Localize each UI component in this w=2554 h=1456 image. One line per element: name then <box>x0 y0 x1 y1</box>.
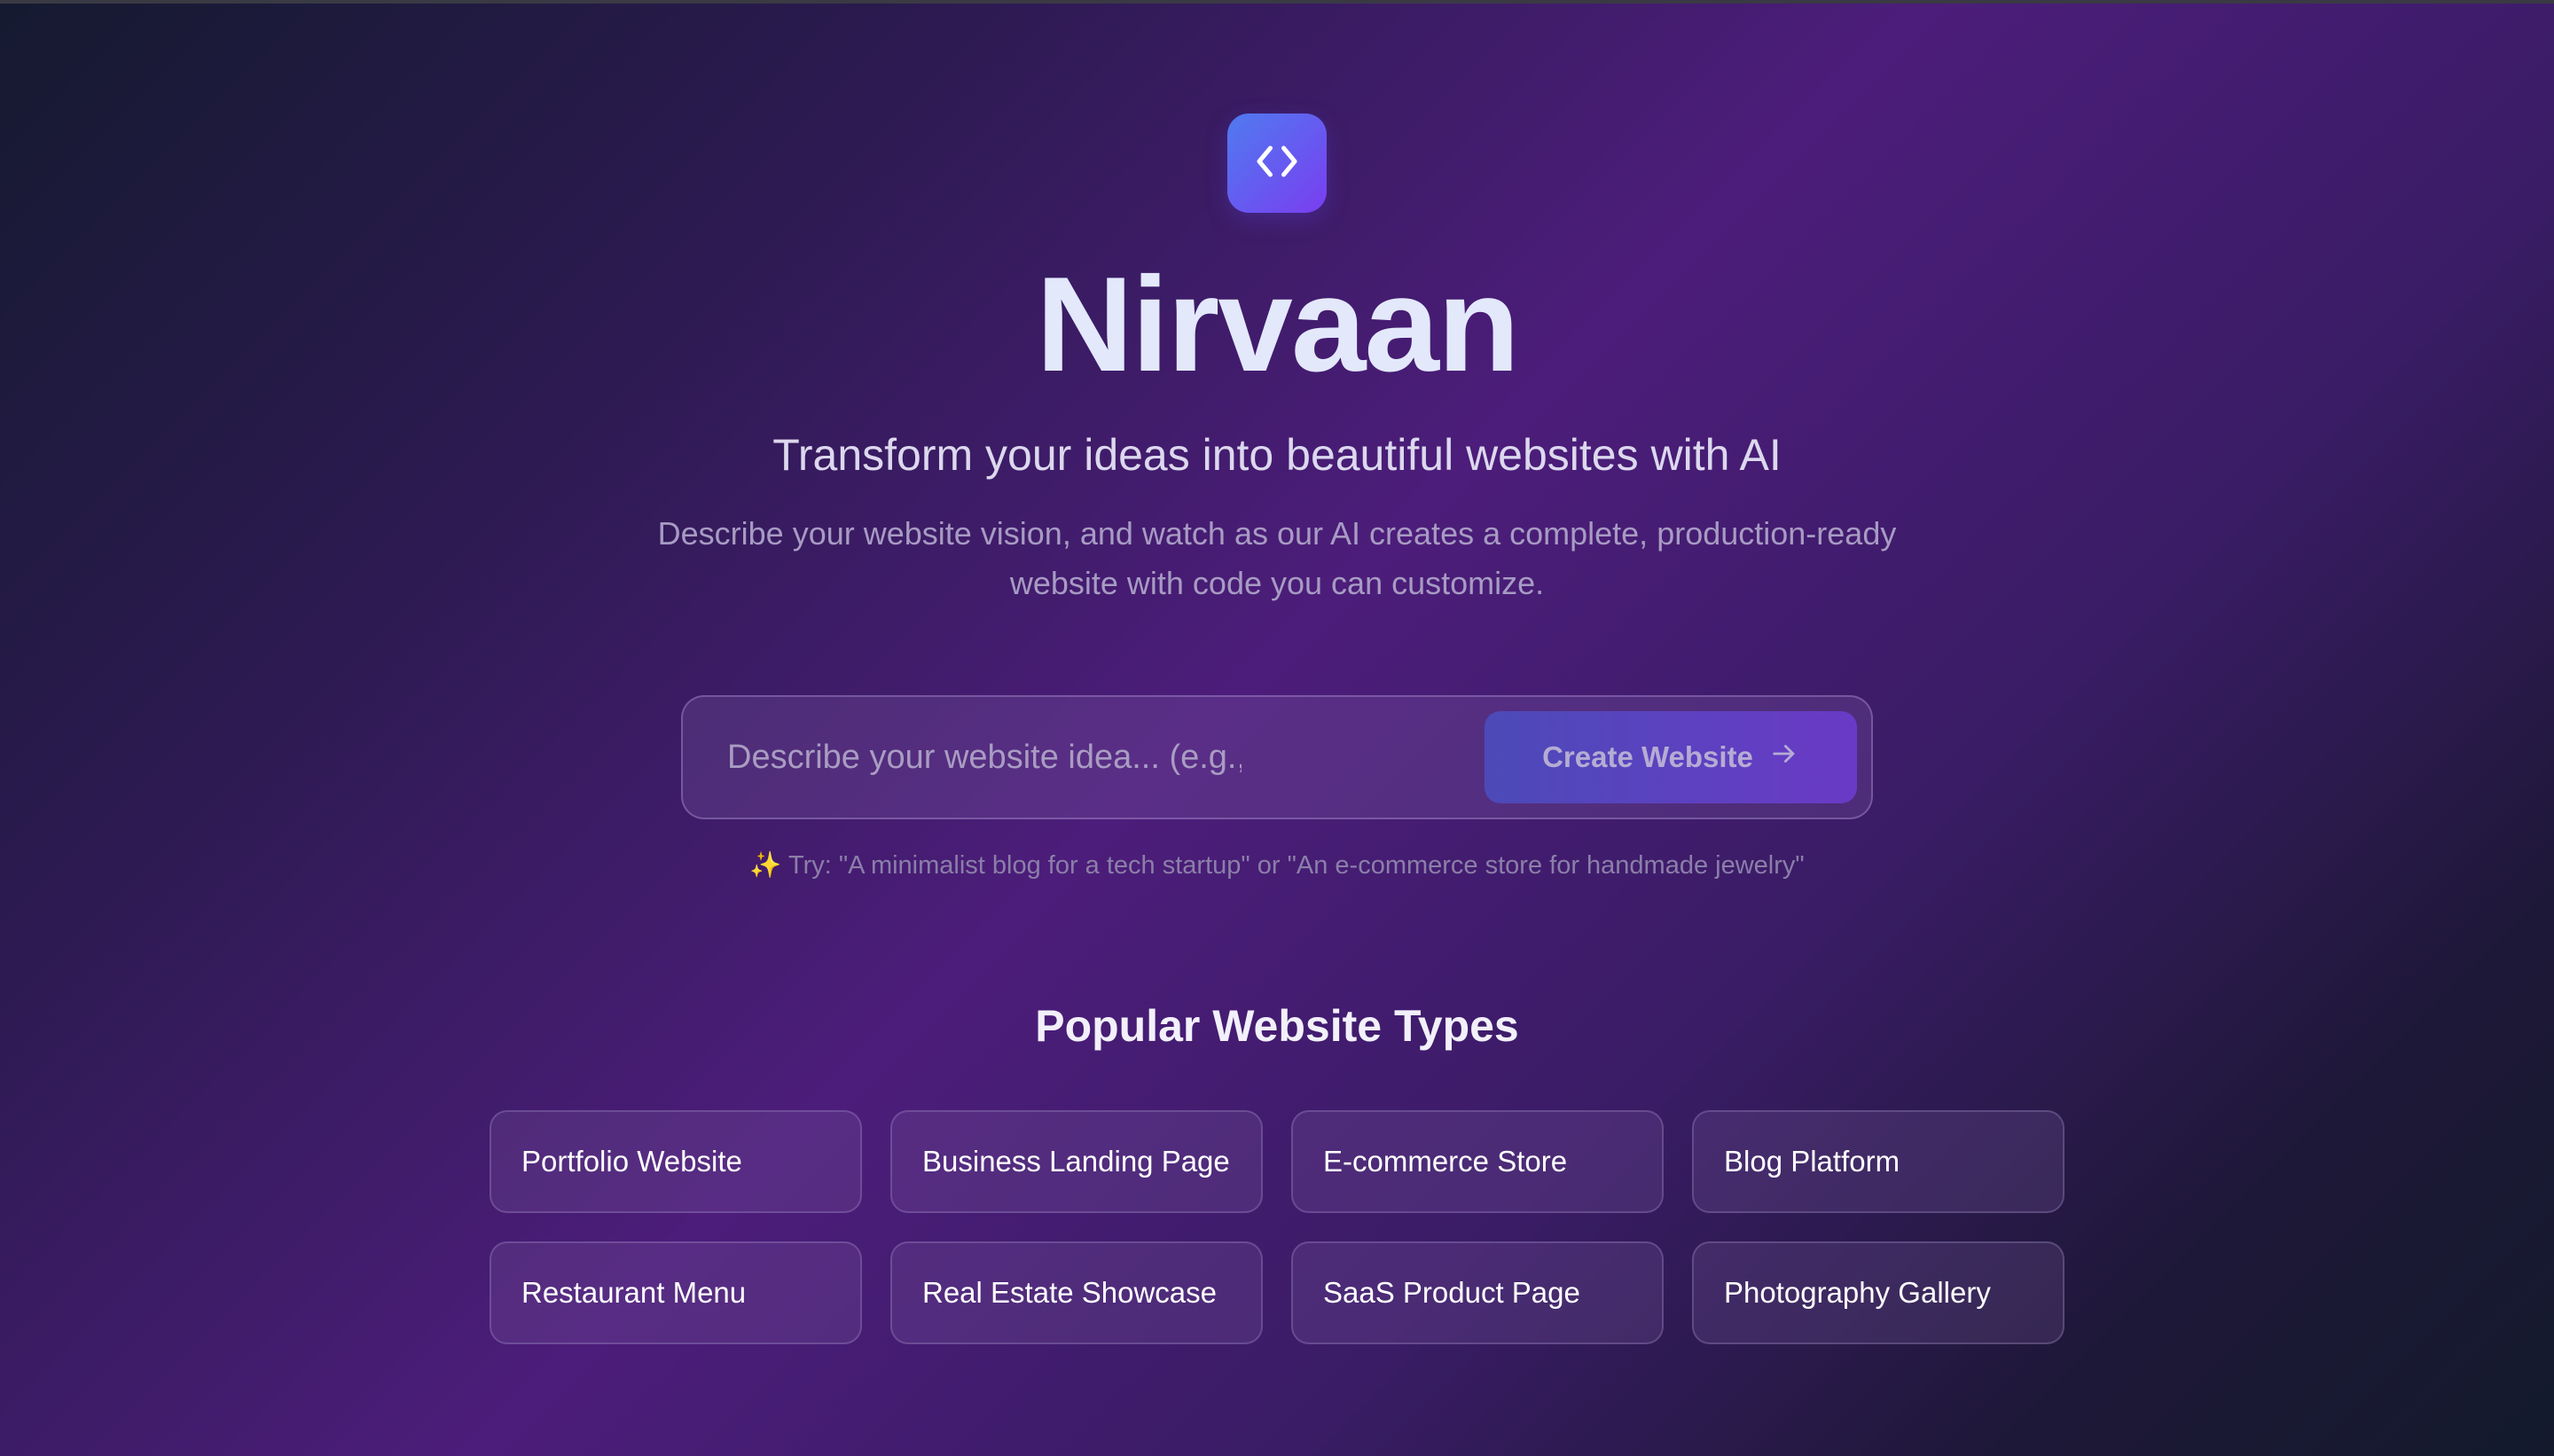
type-card-portfolio[interactable]: Portfolio Website <box>490 1110 862 1213</box>
popular-types-heading: Popular Website Types <box>1035 1001 1519 1051</box>
type-card-real-estate[interactable]: Real Estate Showcase <box>890 1241 1263 1344</box>
type-card-blog[interactable]: Blog Platform <box>1692 1110 2064 1213</box>
type-card-restaurant[interactable]: Restaurant Menu <box>490 1241 862 1344</box>
type-card-business-landing[interactable]: Business Landing Page <box>890 1110 1263 1213</box>
code-brackets-icon <box>1250 135 1304 192</box>
logo <box>1227 114 1327 213</box>
page-description: Describe your website vision, and watch … <box>657 515 1897 601</box>
prompt-form: Create Website <box>681 695 1873 819</box>
landing-page: Nirvaan Transform your ideas into beauti… <box>0 0 2554 1456</box>
type-card-photography[interactable]: Photography Gallery <box>1692 1241 2064 1344</box>
create-website-label: Create Website <box>1542 740 1753 773</box>
page-title: Nirvaan <box>1036 249 1520 400</box>
type-card-ecommerce[interactable]: E-commerce Store <box>1291 1110 1664 1213</box>
prompt-hint: ✨ Try: "A minimalist blog for a tech sta… <box>749 851 1805 880</box>
type-card-saas[interactable]: SaaS Product Page <box>1291 1241 1664 1344</box>
arrow-right-icon <box>1769 739 1799 776</box>
create-website-button[interactable]: Create Website <box>1485 711 1857 803</box>
page-subtitle: Transform your ideas into beautiful webs… <box>772 430 1782 480</box>
website-idea-input[interactable] <box>727 697 1242 818</box>
